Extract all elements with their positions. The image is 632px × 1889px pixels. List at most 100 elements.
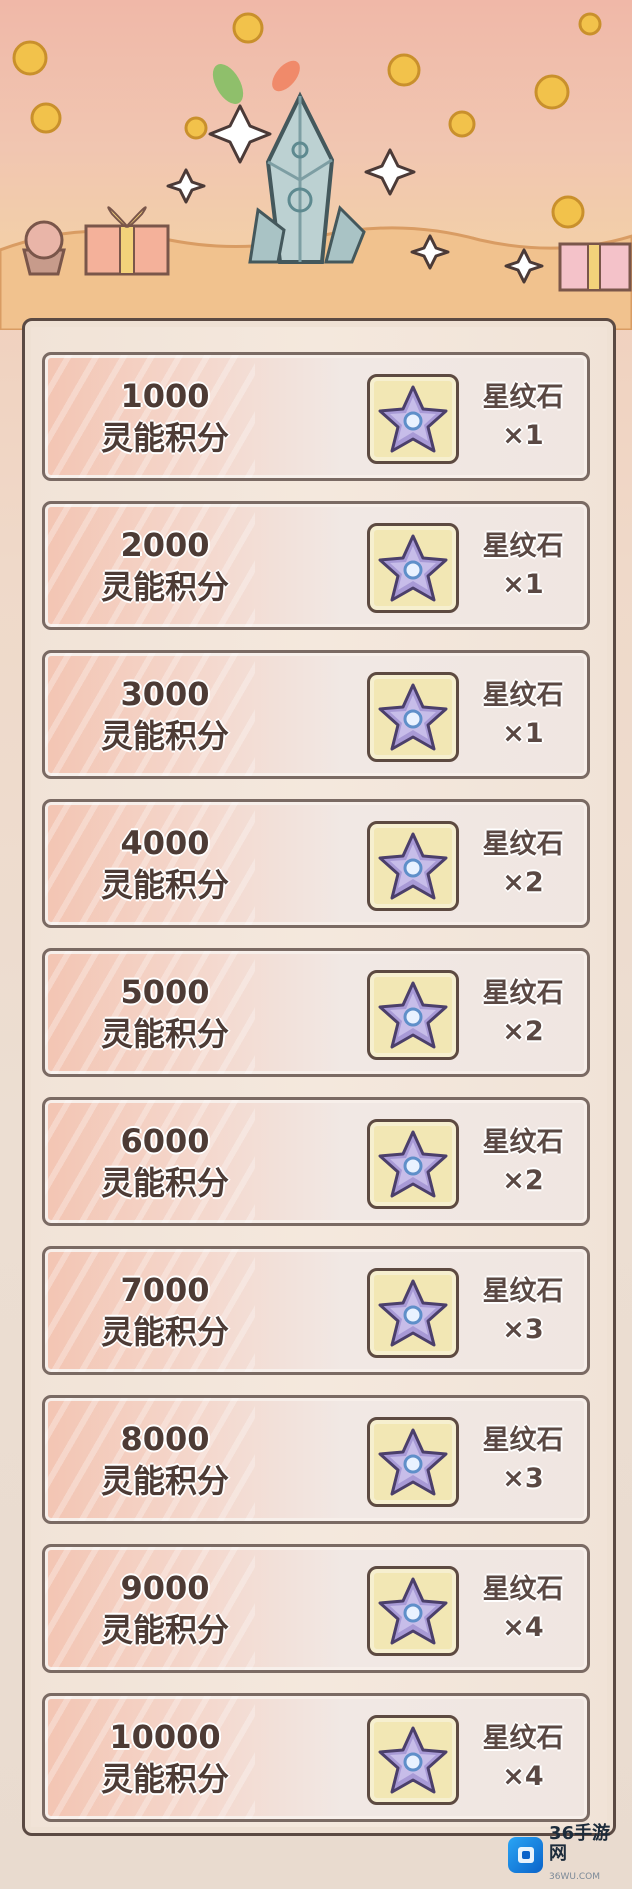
- reward-quantity: ×1: [502, 568, 544, 600]
- leaf-icons: [212, 60, 300, 104]
- reward-info: 星纹石 ×4: [463, 1696, 583, 1819]
- reward-row-10[interactable]: 10000 灵能积分 星纹石 ×4: [42, 1693, 590, 1822]
- points-threshold: 3000 灵能积分: [65, 653, 265, 776]
- reward-info: 星纹石 ×4: [463, 1547, 583, 1670]
- reward-name: 星纹石: [482, 1275, 564, 1307]
- points-label: 灵能积分: [100, 716, 229, 755]
- points-label: 灵能积分: [100, 1312, 229, 1351]
- watermark-logo-icon: [508, 1837, 544, 1873]
- star-stone-icon: [378, 1428, 448, 1496]
- watermark-text: 36手游网 36WU.COM: [549, 1822, 626, 1887]
- reward-info: 星纹石 ×2: [463, 951, 583, 1074]
- reward-name: 星纹石: [482, 1722, 564, 1754]
- points-threshold: 7000 灵能积分: [65, 1249, 265, 1372]
- star-stone-icon: [378, 1130, 448, 1198]
- reward-row-9[interactable]: 9000 灵能积分 星纹石 ×4: [42, 1544, 590, 1673]
- reward-row-2[interactable]: 2000 灵能积分 星纹石 ×1: [42, 501, 590, 630]
- reward-slot[interactable]: [367, 523, 459, 613]
- reward-quantity: ×3: [502, 1462, 544, 1494]
- watermark-url: 36WU.COM: [549, 1871, 600, 1882]
- points-label: 灵能积分: [100, 1461, 229, 1500]
- points-label: 灵能积分: [100, 418, 229, 457]
- points-label: 灵能积分: [100, 567, 229, 606]
- reward-slot[interactable]: [367, 821, 459, 911]
- points-value: 7000: [120, 1270, 210, 1309]
- points-value: 9000: [120, 1568, 210, 1607]
- reward-row-1[interactable]: 1000 灵能积分 星纹石 ×1: [42, 352, 590, 481]
- points-value: 8000: [120, 1419, 210, 1458]
- points-value: 1000: [120, 376, 210, 415]
- points-threshold: 8000 灵能积分: [65, 1398, 265, 1521]
- reward-quantity: ×1: [502, 717, 544, 749]
- reward-slot[interactable]: [367, 374, 459, 464]
- star-stone-icon: [378, 981, 448, 1049]
- points-value: 3000: [120, 674, 210, 713]
- star-stone-icon: [378, 534, 448, 602]
- reward-quantity: ×4: [502, 1760, 544, 1792]
- cupcake-icon: [22, 220, 66, 276]
- points-threshold: 6000 灵能积分: [65, 1100, 265, 1223]
- points-value: 4000: [120, 823, 210, 862]
- points-value: 6000: [120, 1121, 210, 1160]
- reward-info: 星纹石 ×1: [463, 653, 583, 776]
- watermark: 36手游网 36WU.COM: [508, 1823, 626, 1882]
- points-value: 2000: [120, 525, 210, 564]
- reward-slot[interactable]: [367, 1715, 459, 1805]
- gift-box-icon: [84, 206, 170, 276]
- star-stone-icon: [378, 832, 448, 900]
- reward-slot[interactable]: [367, 1417, 459, 1507]
- reward-row-8[interactable]: 8000 灵能积分 星纹石 ×3: [42, 1395, 590, 1524]
- reward-name: 星纹石: [482, 381, 564, 413]
- reward-info: 星纹石 ×2: [463, 1100, 583, 1223]
- reward-row-7[interactable]: 7000 灵能积分 星纹石 ×3: [42, 1246, 590, 1375]
- reward-slot[interactable]: [367, 672, 459, 762]
- reward-quantity: ×3: [502, 1313, 544, 1345]
- points-threshold: 4000 灵能积分: [65, 802, 265, 925]
- crystal-icon: [248, 91, 366, 264]
- reward-name: 星纹石: [482, 1424, 564, 1456]
- star-stone-icon: [378, 385, 448, 453]
- reward-name: 星纹石: [482, 679, 564, 711]
- points-value: 5000: [120, 972, 210, 1011]
- reward-slot[interactable]: [367, 1566, 459, 1656]
- star-stone-icon: [378, 1279, 448, 1347]
- reward-row-6[interactable]: 6000 灵能积分 星纹石 ×2: [42, 1097, 590, 1226]
- reward-name: 星纹石: [482, 828, 564, 860]
- reward-row-5[interactable]: 5000 灵能积分 星纹石 ×2: [42, 948, 590, 1077]
- points-threshold: 5000 灵能积分: [65, 951, 265, 1074]
- reward-info: 星纹石 ×3: [463, 1249, 583, 1372]
- gift-box-icon-right: [558, 242, 632, 292]
- reward-quantity: ×1: [502, 419, 544, 451]
- points-threshold: 9000 灵能积分: [65, 1547, 265, 1670]
- reward-info: 星纹石 ×1: [463, 355, 583, 478]
- points-threshold: 1000 灵能积分: [65, 355, 265, 478]
- points-label: 灵能积分: [100, 1014, 229, 1053]
- points-label: 灵能积分: [100, 865, 229, 904]
- reward-name: 星纹石: [482, 977, 564, 1009]
- reward-quantity: ×2: [502, 1015, 544, 1047]
- points-label: 灵能积分: [100, 1759, 229, 1798]
- reward-quantity: ×4: [502, 1611, 544, 1643]
- reward-quantity: ×2: [502, 1164, 544, 1196]
- reward-slot[interactable]: [367, 1268, 459, 1358]
- points-threshold: 2000 灵能积分: [65, 504, 265, 627]
- reward-row-3[interactable]: 3000 灵能积分 星纹石 ×1: [42, 650, 590, 779]
- star-stone-icon: [378, 1726, 448, 1794]
- reward-slot[interactable]: [367, 970, 459, 1060]
- reward-info: 星纹石 ×2: [463, 802, 583, 925]
- reward-name: 星纹石: [482, 1573, 564, 1605]
- reward-slot[interactable]: [367, 1119, 459, 1209]
- reward-info: 星纹石 ×1: [463, 504, 583, 627]
- points-label: 灵能积分: [100, 1163, 229, 1202]
- points-label: 灵能积分: [100, 1610, 229, 1649]
- reward-info: 星纹石 ×3: [463, 1398, 583, 1521]
- points-value: 10000: [109, 1717, 221, 1756]
- reward-row-4[interactable]: 4000 灵能积分 星纹石 ×2: [42, 799, 590, 928]
- reward-name: 星纹石: [482, 530, 564, 562]
- watermark-number: 36: [549, 1822, 575, 1844]
- star-stone-icon: [378, 1577, 448, 1645]
- points-threshold: 10000 灵能积分: [65, 1696, 265, 1819]
- header-banner: [0, 0, 632, 330]
- crystal-banner-art: [0, 12, 632, 330]
- reward-name: 星纹石: [482, 1126, 564, 1158]
